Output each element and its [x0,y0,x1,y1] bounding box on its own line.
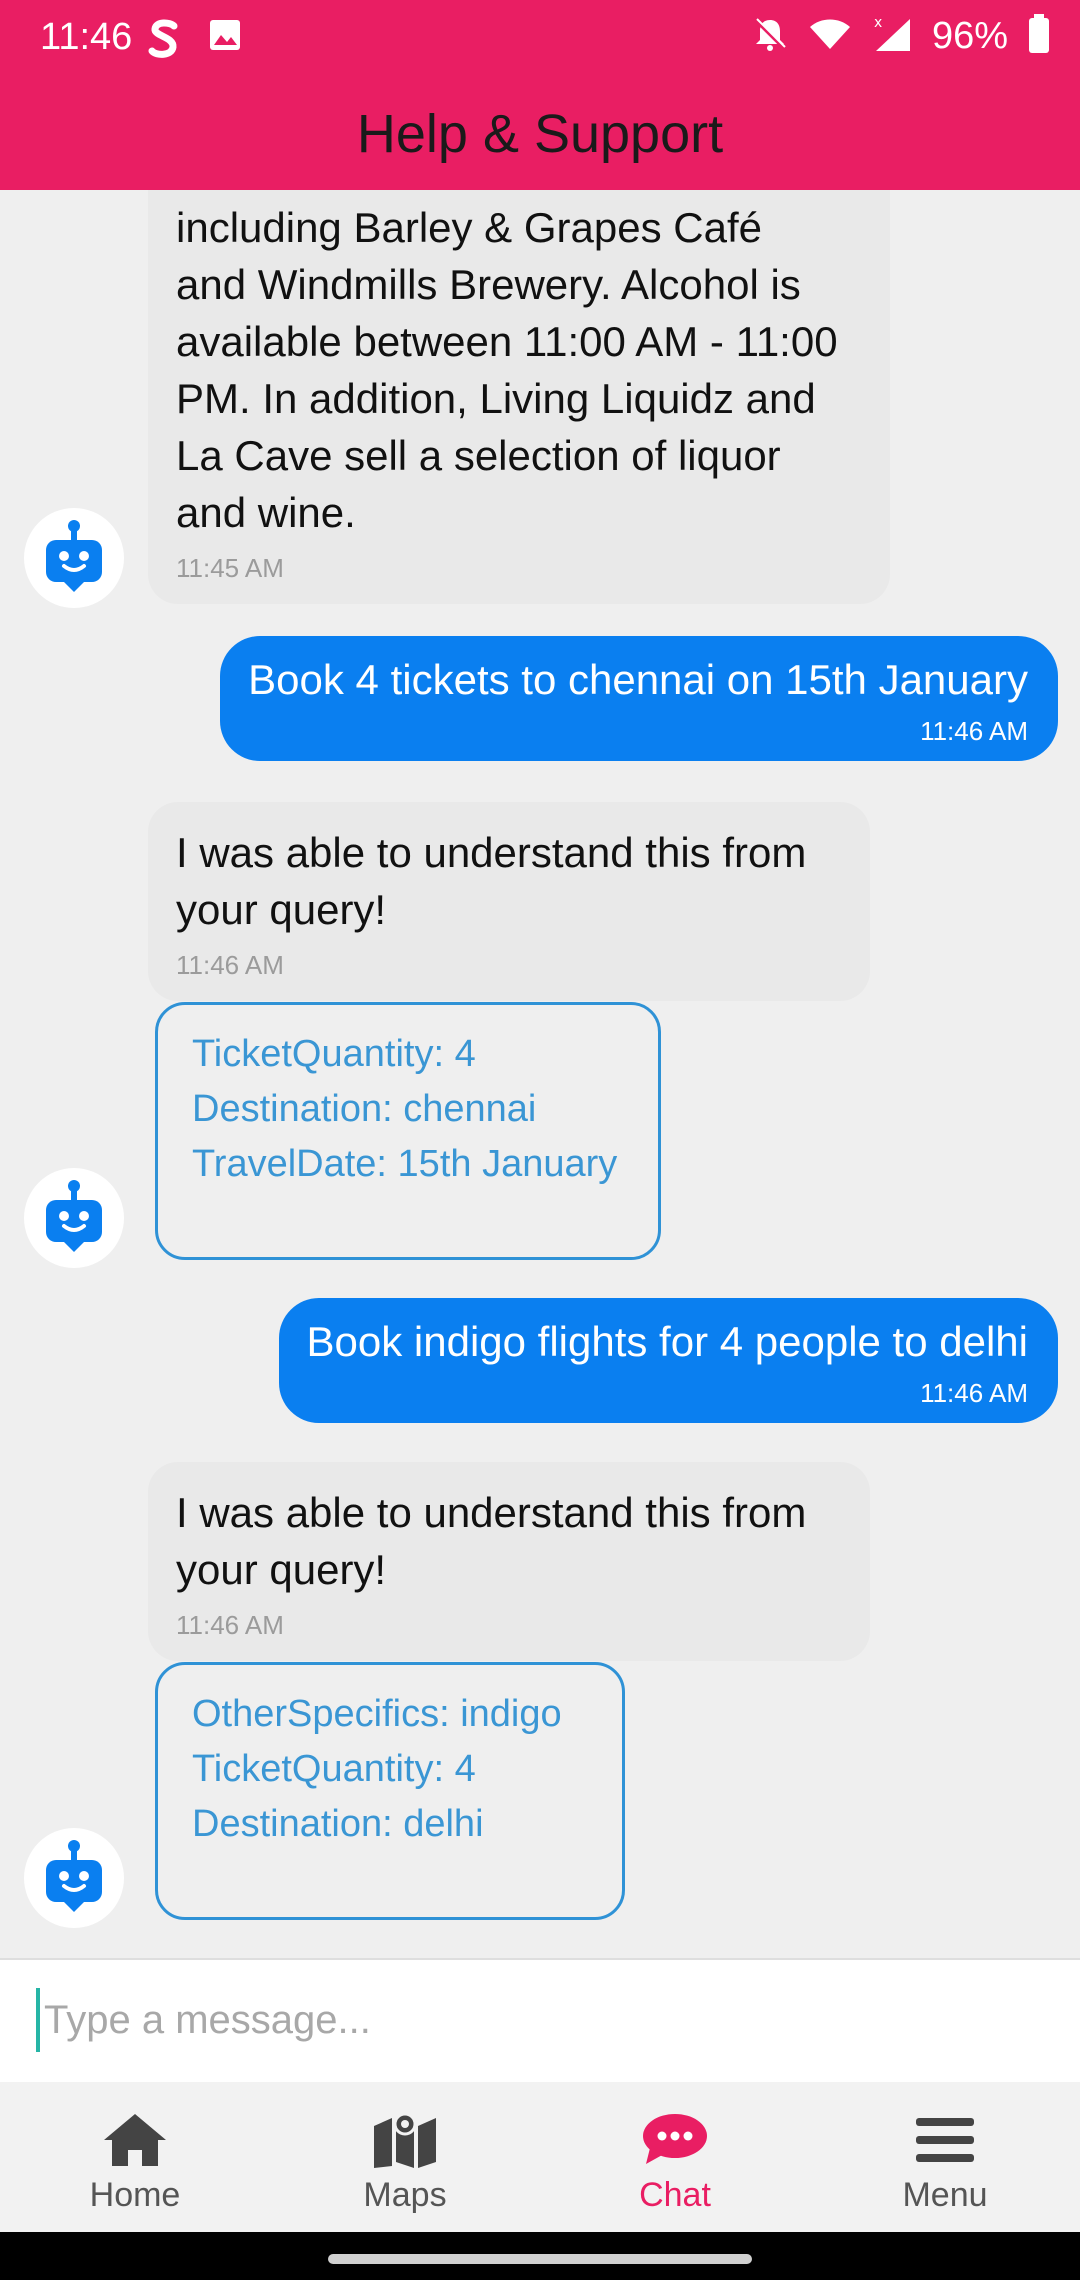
message-input[interactable] [36,1988,1036,2052]
nav-home[interactable]: Home [0,2082,270,2232]
svg-text:x: x [874,15,882,31]
image-icon [208,18,242,65]
signal-icon: x [872,15,912,58]
message-time: 11:46 AM [176,1610,284,1640]
card-line: Destination: delhi [192,1803,484,1845]
message-text: Book indigo flights for 4 people to delh… [306,1318,1029,1365]
message-line: including Barley & Grapes Café [176,204,762,251]
bot-avatar [24,1828,124,1928]
card-line: Destination: chennai [192,1088,537,1130]
card-line: OtherSpecifics: indigo [192,1693,562,1735]
home-gesture-handle[interactable] [328,2254,752,2264]
bot-message: I was able to understand this from your … [148,1462,870,1661]
nav-label: Maps [363,2176,447,2214]
message-line: La Cave sell a selection of liquor [176,432,781,479]
nav-chat[interactable]: Chat [540,2082,810,2232]
message-line: I was able to understand this from [176,1489,807,1536]
query-result-card: TicketQuantity: 4 Destination: chennai T… [155,1002,661,1260]
bot-message: . including Barley & Grapes Café and Win… [148,190,890,604]
message-line: and wine. [176,489,356,536]
home-icon [104,2114,166,2166]
query-result-card: OtherSpecifics: indigo TicketQuantity: 4… [155,1662,625,1920]
app-header: Help & Support [0,78,1080,190]
bot-avatar [24,1168,124,1268]
message-text: Book 4 tickets to chennai on 15th Januar… [248,656,1028,703]
status-time: 11:46 [40,16,133,58]
status-bar: 11:46 x 96% [0,0,1080,78]
nav-menu[interactable]: Menu [810,2082,1080,2232]
message-line: and Windmills Brewery. Alcohol is [176,261,801,308]
message-line: I was able to understand this from [176,829,807,876]
user-message: Book 4 tickets to chennai on 15th Januar… [220,636,1058,761]
battery-icon [1028,14,1050,59]
bell-off-icon [752,16,788,57]
chat-icon [643,2114,707,2164]
robot-icon [46,1180,102,1252]
chat-area[interactable]: . including Barley & Grapes Café and Win… [0,190,1080,1958]
s-app-icon [146,18,182,65]
card-line: TravelDate: 15th January [192,1143,618,1185]
message-line: your query! [176,1546,387,1593]
menu-icon [916,2118,974,2162]
nav-label: Home [89,2176,181,2214]
gesture-bar [0,2232,1080,2280]
message-time: 11:46 AM [920,716,1028,746]
nav-maps[interactable]: Maps [270,2082,540,2232]
card-line: TicketQuantity: 4 [192,1748,476,1790]
nav-label: Chat [639,2176,711,2214]
message-line: your query! [176,886,387,933]
card-line: TicketQuantity: 4 [192,1033,476,1075]
message-line: available between 11:00 AM - 11:00 [176,318,838,365]
map-icon [374,2112,436,2168]
message-line: PM. In addition, Living Liquidz and [176,375,816,422]
robot-icon [46,520,102,592]
wifi-icon [808,17,852,56]
bot-avatar [24,508,124,608]
nav-label: Menu [902,2176,988,2214]
message-input-bar [0,1958,1080,2082]
page-title: Help & Support [356,104,724,164]
bottom-nav: Home Maps Chat Menu [0,2082,1080,2232]
message-time: 11:46 AM [176,950,284,980]
user-message: Book indigo flights for 4 people to delh… [278,1298,1058,1423]
battery-percentage: 96% [931,15,1008,57]
bot-message: I was able to understand this from your … [148,802,870,1001]
message-time: 11:45 AM [176,553,284,583]
message-time: 11:46 AM [920,1378,1028,1408]
robot-icon [46,1840,102,1912]
